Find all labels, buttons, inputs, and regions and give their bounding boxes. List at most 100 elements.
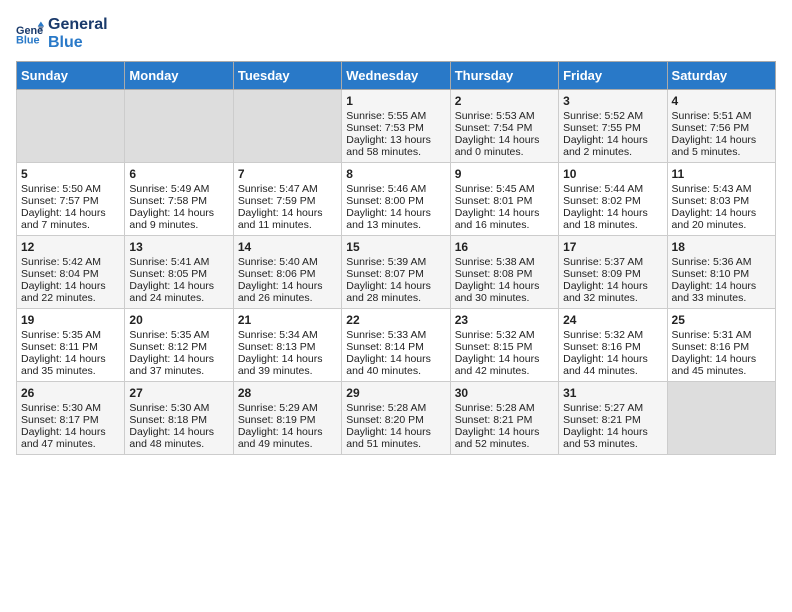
sunset-text: Sunset: 8:21 PM [563,414,662,426]
day-number: 15 [346,240,445,254]
day-number: 30 [455,386,554,400]
daylight-text: Daylight: 14 hours and 51 minutes. [346,426,445,450]
daylight-text: Daylight: 14 hours and 2 minutes. [563,134,662,158]
week-row-2: 5Sunrise: 5:50 AMSunset: 7:57 PMDaylight… [17,163,776,236]
daylight-text: Daylight: 14 hours and 22 minutes. [21,280,120,304]
day-number: 8 [346,167,445,181]
week-row-3: 12Sunrise: 5:42 AMSunset: 8:04 PMDayligh… [17,236,776,309]
calendar-cell: 27Sunrise: 5:30 AMSunset: 8:18 PMDayligh… [125,382,233,455]
daylight-text: Daylight: 14 hours and 45 minutes. [672,353,771,377]
calendar-table: SundayMondayTuesdayWednesdayThursdayFrid… [16,61,776,455]
calendar-cell: 5Sunrise: 5:50 AMSunset: 7:57 PMDaylight… [17,163,125,236]
day-number: 27 [129,386,228,400]
calendar-cell: 22Sunrise: 5:33 AMSunset: 8:14 PMDayligh… [342,309,450,382]
daylight-text: Daylight: 14 hours and 53 minutes. [563,426,662,450]
sunset-text: Sunset: 8:02 PM [563,195,662,207]
logo-icon: General Blue [16,20,44,48]
sunset-text: Sunset: 8:10 PM [672,268,771,280]
sunrise-text: Sunrise: 5:52 AM [563,110,662,122]
calendar-cell: 18Sunrise: 5:36 AMSunset: 8:10 PMDayligh… [667,236,775,309]
day-number: 31 [563,386,662,400]
header-sunday: Sunday [17,62,125,90]
day-number: 4 [672,94,771,108]
daylight-text: Daylight: 14 hours and 42 minutes. [455,353,554,377]
calendar-cell: 6Sunrise: 5:49 AMSunset: 7:58 PMDaylight… [125,163,233,236]
sunrise-text: Sunrise: 5:53 AM [455,110,554,122]
day-number: 18 [672,240,771,254]
week-row-1: 1Sunrise: 5:55 AMSunset: 7:53 PMDaylight… [17,90,776,163]
sunrise-text: Sunrise: 5:32 AM [455,329,554,341]
day-number: 25 [672,313,771,327]
sunset-text: Sunset: 7:58 PM [129,195,228,207]
day-number: 26 [21,386,120,400]
daylight-text: Daylight: 14 hours and 0 minutes. [455,134,554,158]
daylight-text: Daylight: 13 hours and 58 minutes. [346,134,445,158]
day-number: 17 [563,240,662,254]
day-number: 6 [129,167,228,181]
day-number: 7 [238,167,337,181]
sunrise-text: Sunrise: 5:42 AM [21,256,120,268]
calendar-cell: 29Sunrise: 5:28 AMSunset: 8:20 PMDayligh… [342,382,450,455]
logo-general: General [48,16,108,34]
calendar-header: SundayMondayTuesdayWednesdayThursdayFrid… [17,62,776,90]
daylight-text: Daylight: 14 hours and 40 minutes. [346,353,445,377]
day-number: 20 [129,313,228,327]
daylight-text: Daylight: 14 hours and 18 minutes. [563,207,662,231]
calendar-cell: 24Sunrise: 5:32 AMSunset: 8:16 PMDayligh… [559,309,667,382]
sunrise-text: Sunrise: 5:45 AM [455,183,554,195]
header-thursday: Thursday [450,62,558,90]
page-header: General Blue General Blue [16,16,776,51]
sunset-text: Sunset: 8:16 PM [563,341,662,353]
daylight-text: Daylight: 14 hours and 37 minutes. [129,353,228,377]
sunrise-text: Sunrise: 5:27 AM [563,402,662,414]
day-number: 24 [563,313,662,327]
daylight-text: Daylight: 14 hours and 33 minutes. [672,280,771,304]
calendar-cell: 14Sunrise: 5:40 AMSunset: 8:06 PMDayligh… [233,236,341,309]
sunrise-text: Sunrise: 5:37 AM [563,256,662,268]
sunset-text: Sunset: 7:53 PM [346,122,445,134]
daylight-text: Daylight: 14 hours and 16 minutes. [455,207,554,231]
week-row-4: 19Sunrise: 5:35 AMSunset: 8:11 PMDayligh… [17,309,776,382]
sunset-text: Sunset: 7:54 PM [455,122,554,134]
day-number: 19 [21,313,120,327]
sunset-text: Sunset: 7:56 PM [672,122,771,134]
calendar-cell: 1Sunrise: 5:55 AMSunset: 7:53 PMDaylight… [342,90,450,163]
sunset-text: Sunset: 8:13 PM [238,341,337,353]
sunrise-text: Sunrise: 5:28 AM [455,402,554,414]
day-number: 11 [672,167,771,181]
sunrise-text: Sunrise: 5:28 AM [346,402,445,414]
day-number: 13 [129,240,228,254]
day-number: 28 [238,386,337,400]
daylight-text: Daylight: 14 hours and 9 minutes. [129,207,228,231]
calendar-cell: 12Sunrise: 5:42 AMSunset: 8:04 PMDayligh… [17,236,125,309]
daylight-text: Daylight: 14 hours and 5 minutes. [672,134,771,158]
sunset-text: Sunset: 8:09 PM [563,268,662,280]
daylight-text: Daylight: 14 hours and 30 minutes. [455,280,554,304]
calendar-cell: 15Sunrise: 5:39 AMSunset: 8:07 PMDayligh… [342,236,450,309]
sunset-text: Sunset: 8:18 PM [129,414,228,426]
sunset-text: Sunset: 7:57 PM [21,195,120,207]
sunset-text: Sunset: 8:19 PM [238,414,337,426]
header-friday: Friday [559,62,667,90]
sunset-text: Sunset: 8:05 PM [129,268,228,280]
calendar-cell: 4Sunrise: 5:51 AMSunset: 7:56 PMDaylight… [667,90,775,163]
calendar-cell: 20Sunrise: 5:35 AMSunset: 8:12 PMDayligh… [125,309,233,382]
sunrise-text: Sunrise: 5:40 AM [238,256,337,268]
calendar-cell: 21Sunrise: 5:34 AMSunset: 8:13 PMDayligh… [233,309,341,382]
sunset-text: Sunset: 8:03 PM [672,195,771,207]
sunrise-text: Sunrise: 5:46 AM [346,183,445,195]
calendar-cell: 31 Sunrise: 5:27 AMSunset: 8:21 PMDayligh… [559,382,667,455]
sunrise-text: Sunrise: 5:30 AM [129,402,228,414]
day-number: 16 [455,240,554,254]
calendar-cell: 16Sunrise: 5:38 AMSunset: 8:08 PMDayligh… [450,236,558,309]
day-number: 23 [455,313,554,327]
daylight-text: Daylight: 14 hours and 47 minutes. [21,426,120,450]
calendar-cell [233,90,341,163]
sunset-text: Sunset: 8:16 PM [672,341,771,353]
sunrise-text: Sunrise: 5:34 AM [238,329,337,341]
daylight-text: Daylight: 14 hours and 39 minutes. [238,353,337,377]
header-monday: Monday [125,62,233,90]
calendar-cell: 13Sunrise: 5:41 AMSunset: 8:05 PMDayligh… [125,236,233,309]
sunset-text: Sunset: 8:11 PM [21,341,120,353]
daylight-text: Daylight: 14 hours and 32 minutes. [563,280,662,304]
